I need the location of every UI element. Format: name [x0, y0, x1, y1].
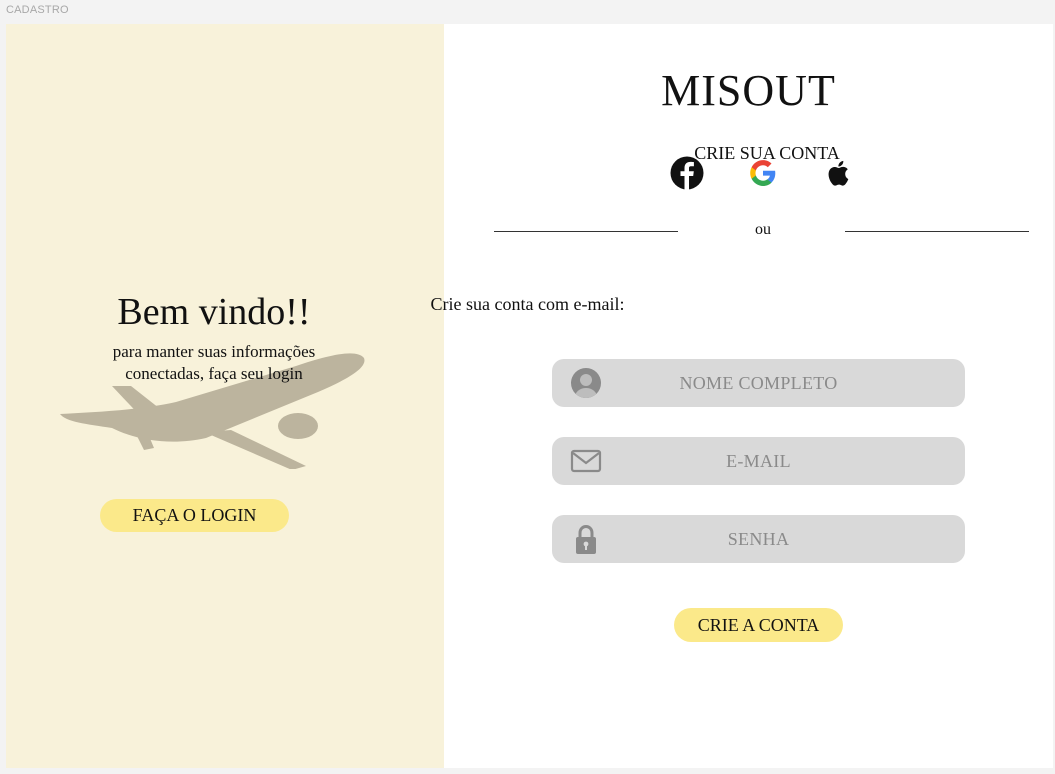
frame-label: CADASTRO: [6, 4, 69, 16]
welcome-subtitle-line: conectadas, faça seu login: [125, 364, 303, 383]
google-icon[interactable]: [745, 155, 781, 191]
password-placeholder: SENHA: [727, 528, 790, 549]
welcome-subtitle: para manter suas informações conectadas,…: [6, 341, 422, 385]
divider-line-right: [845, 231, 1029, 232]
create-account-button[interactable]: CRIE A CONTA: [674, 608, 843, 642]
facebook-icon[interactable]: [669, 155, 705, 191]
divider-line-left: [494, 231, 678, 232]
password-field[interactable]: SENHA: [552, 515, 965, 563]
login-button[interactable]: FAÇA O LOGIN: [100, 499, 289, 532]
divider-text: ou: [755, 221, 771, 238]
airplane-illustration: [60, 353, 365, 469]
brand-logo: MISOUT: [661, 66, 836, 115]
email-signup-label: Crie sua conta com e-mail:: [430, 294, 625, 314]
email-field[interactable]: E-MAIL: [552, 437, 965, 485]
welcome-subtitle-line: para manter suas informações: [112, 342, 316, 361]
apple-icon[interactable]: [821, 155, 857, 191]
email-placeholder: E-MAIL: [726, 450, 791, 471]
full-name-field[interactable]: NOME COMPLETO: [552, 359, 965, 407]
full-name-placeholder: NOME COMPLETO: [679, 372, 838, 393]
welcome-panel: Bem vindo!! para manter suas informações…: [6, 24, 444, 768]
